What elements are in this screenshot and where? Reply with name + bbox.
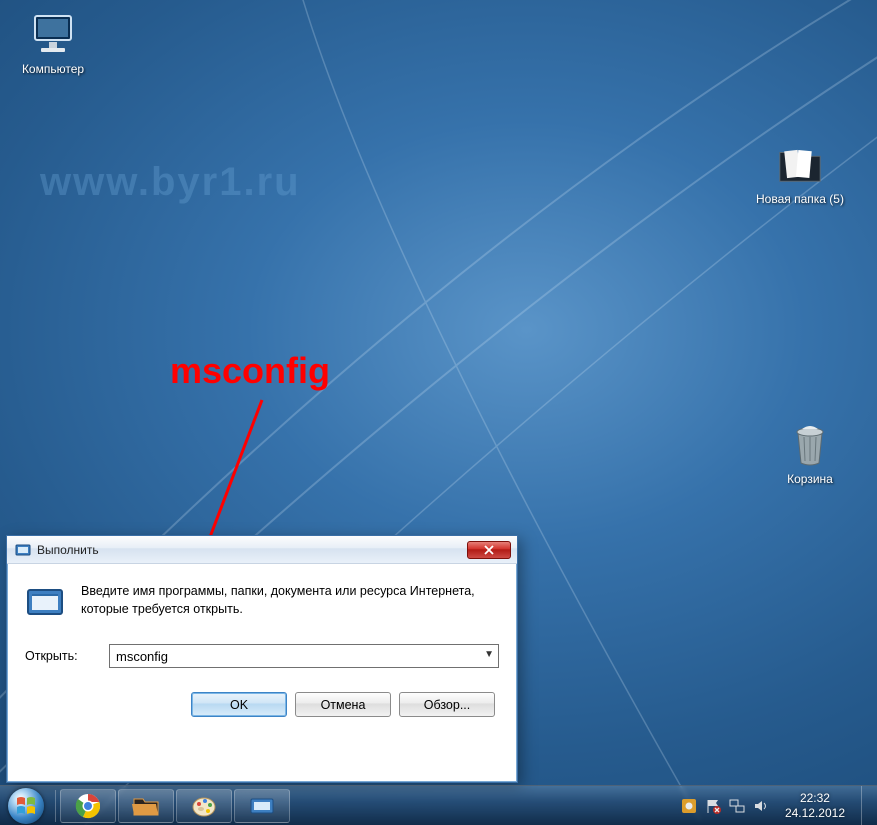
chrome-icon xyxy=(75,793,101,819)
run-dialog-title: Выполнить xyxy=(37,543,467,557)
taskbar-app-run[interactable] xyxy=(234,789,290,823)
tray-icon-network[interactable] xyxy=(729,798,745,814)
desktop-icon-recycle-bin[interactable]: Корзина xyxy=(765,420,855,486)
run-icon xyxy=(249,796,275,816)
windows-logo-icon xyxy=(8,788,44,824)
taskbar-app-chrome[interactable] xyxy=(60,789,116,823)
desktop-icon-computer[interactable]: Компьютер xyxy=(8,10,98,76)
desktop-icon-label: Корзина xyxy=(765,472,855,486)
taskbar-app-explorer[interactable] xyxy=(118,789,174,823)
run-dialog-icon xyxy=(15,542,31,558)
tray-icon-app[interactable] xyxy=(681,798,697,814)
open-input-value: msconfig xyxy=(116,649,168,664)
ok-button[interactable]: OK xyxy=(191,692,287,717)
show-desktop-button[interactable] xyxy=(861,786,871,825)
folder-icon xyxy=(776,140,824,188)
tray-icon-flag[interactable] xyxy=(705,798,721,814)
browse-button[interactable]: Обзор... xyxy=(399,692,495,717)
annotation-text: msconfig xyxy=(170,350,330,392)
start-button[interactable] xyxy=(0,786,52,825)
paint-icon xyxy=(191,794,217,818)
taskbar-clock[interactable]: 22:32 24.12.2012 xyxy=(777,791,853,820)
tray-icon-volume[interactable] xyxy=(753,798,769,814)
watermark-text: www.byr1.ru xyxy=(40,160,301,205)
close-button[interactable] xyxy=(467,541,511,559)
folder-icon xyxy=(132,795,160,817)
taskbar-separator xyxy=(55,790,56,822)
run-dialog: Выполнить Введите имя программы, папки, … xyxy=(6,535,518,783)
clock-date: 24.12.2012 xyxy=(785,806,845,820)
run-dialog-titlebar[interactable]: Выполнить xyxy=(7,536,517,564)
desktop-icon-label: Компьютер xyxy=(8,62,98,76)
trash-icon xyxy=(786,420,834,468)
open-label: Открыть: xyxy=(25,649,97,663)
open-input[interactable]: msconfig ▼ xyxy=(109,644,499,668)
clock-time: 22:32 xyxy=(785,791,845,805)
taskbar-app-paint[interactable] xyxy=(176,789,232,823)
desktop-icon-new-folder[interactable]: Новая папка (5) xyxy=(755,140,845,206)
run-icon xyxy=(25,582,65,622)
run-dialog-instruction: Введите имя программы, папки, документа … xyxy=(81,582,499,622)
computer-icon xyxy=(29,10,77,58)
taskbar: 22:32 24.12.2012 xyxy=(0,785,877,825)
dropdown-icon[interactable]: ▼ xyxy=(484,649,494,660)
desktop-icon-label: Новая папка (5) xyxy=(755,192,845,206)
system-tray: 22:32 24.12.2012 xyxy=(681,786,877,825)
cancel-button[interactable]: Отмена xyxy=(295,692,391,717)
